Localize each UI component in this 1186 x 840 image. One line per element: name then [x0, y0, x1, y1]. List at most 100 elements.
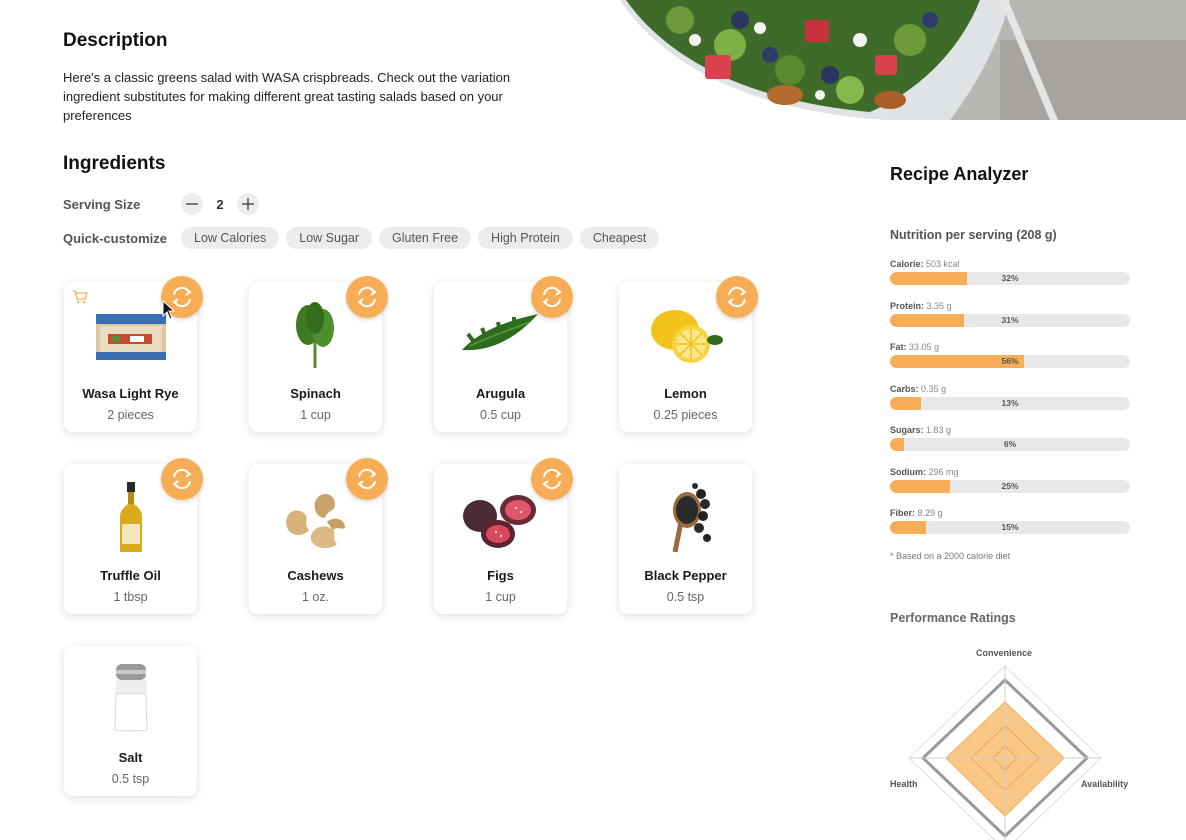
- nutrient-row: Sugars: 1.83 g 6%: [890, 424, 1130, 466]
- ingredient-qty: 2 pieces: [107, 408, 154, 422]
- swap-button[interactable]: [346, 458, 388, 500]
- chip-low-calories[interactable]: Low Calories: [181, 227, 280, 249]
- nutrient-bar: 31%: [890, 313, 1130, 327]
- ingredient-qty: 1 tbsp: [113, 590, 148, 604]
- refresh-icon: [727, 286, 747, 308]
- refresh-icon: [542, 286, 562, 308]
- chip-gluten-free[interactable]: Gluten Free: [379, 227, 472, 249]
- serving-size-label: Serving Size: [63, 196, 141, 212]
- nutrient-bar: 56%: [890, 355, 1130, 368]
- serving-size-row: Serving Size 2: [63, 192, 259, 216]
- nutrient-name: Fat:: [890, 342, 907, 352]
- ingredient-card[interactable]: Black Pepper 0.5 tsp: [619, 464, 752, 614]
- figs-icon: [460, 482, 541, 552]
- nutrient-percent: 13%: [1001, 397, 1019, 408]
- ingredient-card[interactable]: Figs 1 cup: [434, 458, 573, 614]
- ingredient-card[interactable]: Truffle Oil 1 tbsp: [64, 458, 203, 614]
- increase-serving-button[interactable]: [237, 193, 259, 215]
- ingredient-qty: 1 cup: [485, 590, 516, 604]
- nutrient-amount: 33.05 g: [909, 342, 940, 352]
- ingredient-qty: 0.5 cup: [479, 408, 521, 422]
- ingredient-card[interactable]: Lemon 0.25 pieces: [619, 276, 758, 432]
- salad-hero-image: [620, 0, 1186, 120]
- ingredient-name: Wasa Light Rye: [82, 386, 179, 401]
- cashews-icon: [275, 482, 356, 552]
- swap-button[interactable]: [531, 276, 573, 318]
- nutrient-name: Carbs:: [890, 383, 919, 394]
- radar-label-convenience: Convenience: [976, 648, 1033, 658]
- ingredient-card[interactable]: Spinach 1 cup: [249, 276, 388, 432]
- plus-icon: [242, 198, 254, 210]
- radar-graphic: [908, 665, 1102, 840]
- serving-size-value: 2: [216, 196, 224, 212]
- arugula-icon: [460, 300, 541, 370]
- black-pepper-icon: [645, 482, 726, 552]
- ingredient-card[interactable]: Wasa Light Rye 2 pieces: [64, 276, 203, 432]
- nutrient-name: Protein:: [890, 300, 925, 311]
- performance-radar-chart: Convenience Availability Health: [880, 640, 1140, 840]
- decrease-serving-button[interactable]: [181, 193, 203, 215]
- nutrient-bar: 32%: [890, 272, 1130, 285]
- nutrient-bar: 15%: [890, 521, 1130, 534]
- ingredient-card[interactable]: Salt 0.5 tsp: [64, 646, 197, 796]
- nutrient-amount: 1.83 g: [926, 425, 952, 435]
- refresh-icon: [542, 468, 562, 490]
- ingredient-name: Lemon: [664, 386, 707, 401]
- chip-high-protein[interactable]: High Protein: [478, 227, 573, 249]
- refresh-icon: [357, 468, 377, 490]
- nutrient-amount: 296 mg: [928, 466, 959, 477]
- nutrient-amount: 8.29 g: [917, 508, 943, 518]
- nutrient-name: Calorie:: [890, 259, 924, 269]
- description-text: Here's a classic greens salad with WASA …: [63, 70, 511, 123]
- nutrient-percent: 6%: [1003, 439, 1017, 449]
- ingredient-name: Spinach: [290, 386, 341, 401]
- refresh-icon: [172, 468, 192, 490]
- ingredient-name: Cashews: [287, 568, 344, 583]
- nutrient-bar: 25%: [890, 479, 1130, 493]
- refresh-icon: [357, 286, 377, 308]
- nutrient-row: Protein: 3.35 g 31%: [890, 300, 1130, 342]
- mouse-cursor-icon: [162, 300, 176, 320]
- quick-customize-label: Quick-customize: [63, 230, 168, 246]
- salt-shaker-icon: [90, 664, 171, 734]
- ingredient-name: Figs: [487, 568, 514, 583]
- quick-customize-row: Quick-customize Low Calories Low Sugar G…: [63, 227, 666, 249]
- nutrient-percent: 56%: [1001, 356, 1019, 366]
- wasa-crispbread-icon: [90, 300, 171, 370]
- nutrient-bar: 13%: [890, 396, 1130, 410]
- radar-label-health: Health: [890, 779, 918, 789]
- swap-button[interactable]: [346, 276, 388, 318]
- ingredient-qty: 0.5 tsp: [666, 590, 705, 604]
- swap-button[interactable]: [716, 276, 758, 318]
- swap-button[interactable]: [531, 458, 573, 500]
- ingredient-card[interactable]: Arugula 0.5 cup: [434, 276, 573, 432]
- performance-heading: Performance Ratings: [890, 611, 1016, 625]
- ingredient-card[interactable]: Cashews 1 oz.: [249, 458, 388, 614]
- nutrient-amount: 3.35 g: [926, 300, 952, 311]
- nutrient-percent: 32%: [1001, 273, 1019, 283]
- chip-low-sugar[interactable]: Low Sugar: [286, 227, 373, 249]
- oil-bottle-icon: [90, 482, 171, 552]
- swap-button[interactable]: [161, 458, 203, 500]
- ingredient-qty: 0.5 tsp: [111, 772, 150, 786]
- nutrition-footnote: * Based on a 2000 calorie diet: [890, 551, 1011, 561]
- nutrient-amount: 0.35 g: [921, 383, 947, 394]
- chip-cheapest[interactable]: Cheapest: [579, 227, 660, 249]
- recipe-analyzer-heading: Recipe Analyzer: [890, 164, 1029, 184]
- lemon-icon: [645, 300, 726, 370]
- nutrient-bar: 6%: [890, 438, 1130, 451]
- nutrient-row: Carbs: 0.35 g 13%: [890, 383, 1130, 425]
- ingredient-name: Salt: [118, 750, 143, 765]
- nutrient-percent: 31%: [1001, 314, 1019, 325]
- ingredient-qty: 1 oz.: [301, 590, 330, 604]
- spinach-icon: [275, 300, 356, 370]
- cart-icon[interactable]: [72, 290, 88, 304]
- ingredient-name: Black Pepper: [644, 568, 727, 583]
- ingredient-qty: 0.25 pieces: [653, 408, 718, 422]
- nutrient-row: Fat: 33.05 g 56%: [890, 341, 1130, 383]
- radar-label-availability: Availability: [1081, 779, 1129, 789]
- nutrient-name: Sugars:: [890, 425, 924, 435]
- nutrient-row: Fiber: 8.29 g 15%: [890, 507, 1130, 549]
- ingredient-name: Truffle Oil: [100, 568, 161, 583]
- minus-icon: [186, 203, 198, 205]
